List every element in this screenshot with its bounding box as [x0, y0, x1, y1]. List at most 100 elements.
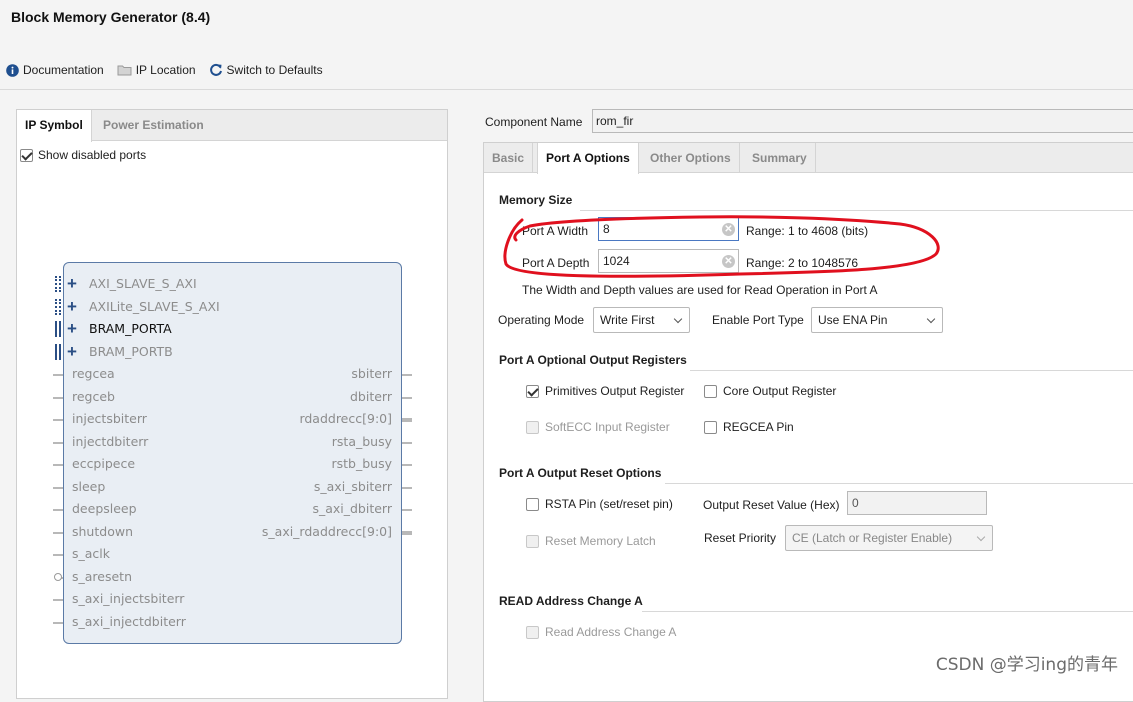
options-panel: Basic Port A Options Other Options Summa…: [483, 142, 1133, 702]
port-stub: [53, 487, 63, 489]
reset-priority-label: Reset Priority: [704, 531, 777, 545]
port-stub: [402, 487, 412, 489]
ip-location-button[interactable]: IP Location: [117, 63, 196, 77]
port-a-width-range: Range: 1 to 4608 (bits): [746, 224, 869, 238]
chevron-down-icon: [976, 532, 986, 542]
port-right: s_axi_dbiterr: [312, 501, 392, 516]
left-tab-bar: IP Symbol Power Estimation: [17, 110, 447, 142]
port-stub: [53, 419, 63, 421]
rsta-pin-checkbox[interactable]: [526, 497, 539, 511]
port-left: regcea: [72, 366, 115, 381]
refresh-icon: [209, 63, 223, 77]
operating-mode-value: Write First: [600, 313, 655, 327]
chevron-down-icon: [673, 314, 683, 324]
watermark: CSDN @学习ing的青年: [935, 655, 1118, 675]
reset-priority-select[interactable]: CE (Latch or Register Enable): [785, 525, 993, 551]
port-left: s_aresetn: [72, 569, 133, 584]
bus-indicator: [55, 321, 57, 337]
section-divider: [580, 210, 1133, 211]
primitives-output-register-option[interactable]: Primitives Output Register: [526, 384, 684, 398]
primitives-output-register-checkbox[interactable]: [526, 384, 539, 398]
regcea-pin-option[interactable]: REGCEA Pin: [704, 420, 794, 434]
enable-port-type-value: Use ENA Pin: [818, 313, 888, 327]
read-address-change-checkbox: [526, 625, 539, 639]
port-stub: [53, 554, 63, 556]
header-divider: [0, 89, 1133, 90]
regcea-pin-label: REGCEA Pin: [723, 420, 794, 434]
tab-port-a-options[interactable]: Port A Options: [537, 143, 639, 174]
memory-size-title: Memory Size: [499, 193, 573, 207]
port-right: dbiterr: [350, 389, 392, 404]
port-a-width-input[interactable]: 8 ✕: [598, 217, 739, 241]
reset-memory-latch-checkbox: [526, 534, 539, 548]
tab-other-options[interactable]: Other Options: [642, 143, 740, 173]
port-stub: [53, 374, 63, 376]
output-reset-value-input[interactable]: 0: [847, 491, 987, 515]
port-right: s_axi_sbiterr: [313, 479, 392, 494]
expand-icon[interactable]: +: [67, 320, 77, 337]
core-output-register-label: Core Output Register: [723, 384, 837, 398]
bus-indicator: [59, 344, 61, 360]
reset-priority-value: CE (Latch or Register Enable): [792, 531, 953, 545]
expand-icon[interactable]: +: [67, 343, 77, 360]
port-a-depth-label: Port A Depth: [522, 256, 590, 270]
tab-summary[interactable]: Summary: [744, 143, 816, 173]
show-disabled-ports-checkbox[interactable]: [20, 148, 33, 162]
section-divider: [690, 370, 1133, 371]
operating-mode-select[interactable]: Write First: [593, 307, 690, 333]
bus-axilite-slave: AXILite_SLAVE_S_AXI: [89, 299, 220, 314]
port-stub: [402, 374, 412, 376]
port-left: s_axi_injectdbiterr: [72, 614, 186, 629]
enable-port-type-select[interactable]: Use ENA Pin: [811, 307, 943, 333]
softecc-input-register-checkbox: [526, 420, 539, 434]
port-stub: [402, 442, 412, 444]
tab-ip-symbol[interactable]: IP Symbol: [17, 110, 92, 142]
port-left: regceb: [72, 389, 115, 404]
switch-defaults-button[interactable]: Switch to Defaults: [209, 63, 323, 77]
core-output-register-checkbox[interactable]: [704, 384, 717, 398]
port-stub: [402, 464, 412, 466]
window-title: Block Memory Generator (8.4): [11, 9, 211, 25]
port-a-depth-value: 1024: [603, 254, 630, 268]
bus-indicator: [55, 344, 57, 360]
port-stub: [402, 531, 412, 535]
port-a-width-value: 8: [603, 222, 610, 236]
port-left: injectsbiterr: [72, 411, 147, 426]
clear-icon[interactable]: ✕: [722, 223, 735, 236]
port-left: eccpipece: [72, 456, 136, 471]
tab-power-estimation[interactable]: Power Estimation: [95, 110, 212, 141]
softecc-input-register-label: SoftECC Input Register: [545, 420, 670, 434]
rsta-pin-label: RSTA Pin (set/reset pin): [545, 497, 673, 511]
bus-bram-porta: BRAM_PORTA: [89, 321, 172, 336]
ip-location-label: IP Location: [135, 63, 196, 77]
regcea-pin-checkbox[interactable]: [704, 420, 717, 434]
core-output-register-option[interactable]: Core Output Register: [704, 384, 836, 398]
show-disabled-ports-row[interactable]: Show disabled ports: [20, 148, 146, 162]
section-divider: [642, 611, 1133, 612]
documentation-button[interactable]: Documentation: [6, 63, 104, 77]
toolbar: Documentation IP Location Switch to Defa…: [6, 61, 336, 79]
tab-basic[interactable]: Basic: [484, 143, 534, 173]
primitives-output-register-label: Primitives Output Register: [545, 384, 685, 398]
port-a-depth-input[interactable]: 1024 ✕: [598, 249, 739, 273]
port-left: deepsleep: [72, 501, 137, 516]
port-left: s_axi_injectsbiterr: [72, 591, 185, 606]
bus-indicator: [59, 276, 62, 292]
rsta-pin-option[interactable]: RSTA Pin (set/reset pin): [526, 497, 673, 511]
expand-icon[interactable]: +: [67, 298, 77, 315]
reset-memory-latch-option: Reset Memory Latch: [526, 534, 656, 548]
clear-icon[interactable]: ✕: [722, 255, 735, 268]
port-left: s_aclk: [72, 546, 111, 561]
port-stub: [402, 418, 412, 422]
operating-mode-label: Operating Mode: [498, 313, 585, 327]
bus-bram-portb: BRAM_PORTB: [89, 344, 173, 359]
port-left: injectdbiterr: [72, 434, 149, 449]
switch-defaults-label: Switch to Defaults: [226, 63, 323, 77]
inverted-port-icon: [54, 573, 62, 581]
port-right: sbiterr: [351, 366, 392, 381]
expand-icon[interactable]: +: [67, 275, 77, 292]
component-name-input[interactable]: rom_fir: [592, 109, 1133, 133]
output-registers-title: Port A Optional Output Registers: [499, 353, 687, 367]
width-depth-note: The Width and Depth values are used for …: [522, 283, 878, 297]
reset-options-title: Port A Output Reset Options: [499, 466, 662, 480]
